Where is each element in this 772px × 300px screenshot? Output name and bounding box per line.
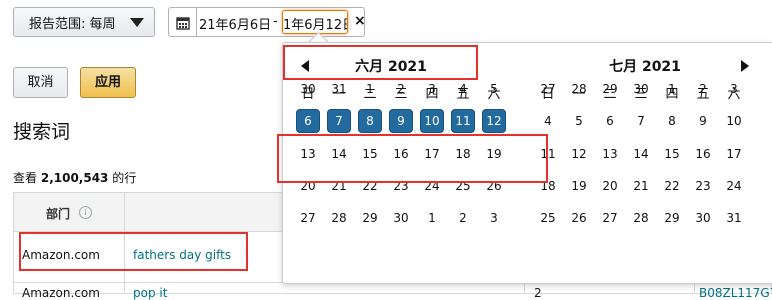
left-calendar-day[interactable]: 31 (327, 77, 351, 101)
caret-down-icon (130, 18, 144, 27)
annotation-box-row (19, 232, 248, 271)
report-range-dropdown[interactable]: 报告范围: 每周 (13, 7, 155, 37)
left-calendar-day[interactable]: 2 (389, 77, 413, 101)
left-calendar-day[interactable]: 6 (296, 109, 320, 133)
right-calendar-day[interactable]: 10 (722, 109, 746, 133)
start-date-input[interactable]: 21年6月6日 (199, 14, 271, 33)
left-calendar-day[interactable]: 8 (358, 109, 382, 133)
end-date-value: 1年6月12日 (283, 18, 347, 33)
annotation-box-month (283, 45, 478, 80)
right-calendar-day[interactable]: 9 (691, 109, 715, 133)
right-calendar-day[interactable]: 7 (629, 109, 653, 133)
right-month-title: 七月 2021 (609, 59, 681, 75)
right-calendar-day[interactable]: 15 (660, 142, 684, 166)
right-calendar-day[interactable]: 8 (660, 109, 684, 133)
left-calendar-day[interactable]: 30 (389, 206, 413, 230)
divider (196, 8, 197, 36)
right-calendar-day[interactable]: 20 (598, 174, 622, 198)
rows-suffix: 的行 (112, 171, 137, 185)
asin-link[interactable]: B08ZL117G7 (699, 286, 772, 300)
right-calendar-day[interactable]: 21 (629, 174, 653, 198)
rows-prefix: 查看 (13, 171, 38, 185)
right-calendar-day[interactable]: 30 (691, 206, 715, 230)
rows-count: 2,100,543 (40, 171, 109, 185)
right-calendar-day[interactable]: 12 (567, 142, 591, 166)
right-calendar-day[interactable]: 5 (567, 109, 591, 133)
left-calendar-day[interactable]: 10 (420, 109, 444, 133)
right-calendar-day[interactable]: 28 (629, 206, 653, 230)
right-calendar-day[interactable]: 25 (536, 206, 560, 230)
right-calendar-day[interactable]: 13 (598, 142, 622, 166)
cell-rank: 2 (534, 286, 542, 300)
right-calendar-day[interactable]: 16 (691, 142, 715, 166)
right-calendar-day[interactable]: 23 (691, 174, 715, 198)
left-calendar-day[interactable]: 12 (482, 109, 506, 133)
left-calendar-day[interactable]: 4 (451, 77, 475, 101)
right-calendar-day[interactable]: 2 (691, 77, 715, 101)
left-calendar-day[interactable]: 11 (451, 109, 475, 133)
left-calendar-day[interactable]: 5 (482, 77, 506, 101)
left-calendar-day[interactable]: 27 (296, 206, 320, 230)
right-calendar-day[interactable]: 29 (598, 77, 622, 101)
cancel-button[interactable]: 取消 (13, 67, 68, 98)
cell-department: Amazon.com (22, 286, 100, 300)
right-calendar-day[interactable]: 27 (536, 77, 560, 101)
left-calendar-day[interactable]: 9 (389, 109, 413, 133)
right-calendar-day[interactable]: 19 (567, 174, 591, 198)
right-calendar-day[interactable]: 27 (598, 206, 622, 230)
left-calendar-day[interactable]: 1 (420, 206, 444, 230)
report-range-label: 报告范围: 每周 (29, 16, 116, 32)
left-calendar-day[interactable]: 3 (482, 206, 506, 230)
date-range-field[interactable]: 21年6月6日 - 1年6月12日 × (168, 7, 366, 37)
right-calendar-day[interactable]: 14 (629, 142, 653, 166)
next-month-icon[interactable] (741, 60, 749, 72)
section-title: 搜索词 (13, 121, 71, 143)
apply-button[interactable]: 应用 (80, 67, 136, 98)
left-calendar-day[interactable]: 30 (296, 77, 320, 101)
left-calendar-day[interactable]: 2 (451, 206, 475, 230)
right-calendar-day[interactable]: 3 (722, 77, 746, 101)
right-calendar-day[interactable]: 22 (660, 174, 684, 198)
right-calendar-day[interactable]: 24 (722, 174, 746, 198)
right-calendar-day[interactable]: 26 (567, 206, 591, 230)
end-date-input[interactable]: 1年6月12日 (282, 10, 348, 34)
left-calendar-day[interactable]: 29 (358, 206, 382, 230)
left-calendar-day[interactable]: 28 (327, 206, 351, 230)
rows-count-text: 查看 2,100,543 的行 (13, 169, 136, 186)
date-separator: - (273, 14, 278, 29)
right-calendar-day[interactable]: 17 (722, 142, 746, 166)
right-calendar-day[interactable]: 31 (722, 206, 746, 230)
right-calendar-day[interactable]: 6 (598, 109, 622, 133)
search-term-link[interactable]: pop it (133, 286, 167, 300)
calendar-icon (176, 17, 190, 30)
left-calendar-day[interactable]: 1 (358, 77, 382, 101)
right-calendar-day[interactable]: 29 (660, 206, 684, 230)
right-calendar-day[interactable]: 28 (567, 77, 591, 101)
clear-date-icon[interactable]: × (354, 13, 366, 29)
right-calendar-day[interactable]: 30 (629, 77, 653, 101)
info-icon[interactable]: i (79, 206, 92, 219)
annotation-box-week (277, 134, 548, 183)
right-calendar-day[interactable]: 1 (660, 77, 684, 101)
right-calendar-day[interactable]: 4 (536, 109, 560, 133)
left-calendar-day[interactable]: 7 (327, 109, 351, 133)
column-header-department[interactable]: 部门 (46, 205, 70, 222)
left-calendar-day[interactable]: 3 (420, 77, 444, 101)
